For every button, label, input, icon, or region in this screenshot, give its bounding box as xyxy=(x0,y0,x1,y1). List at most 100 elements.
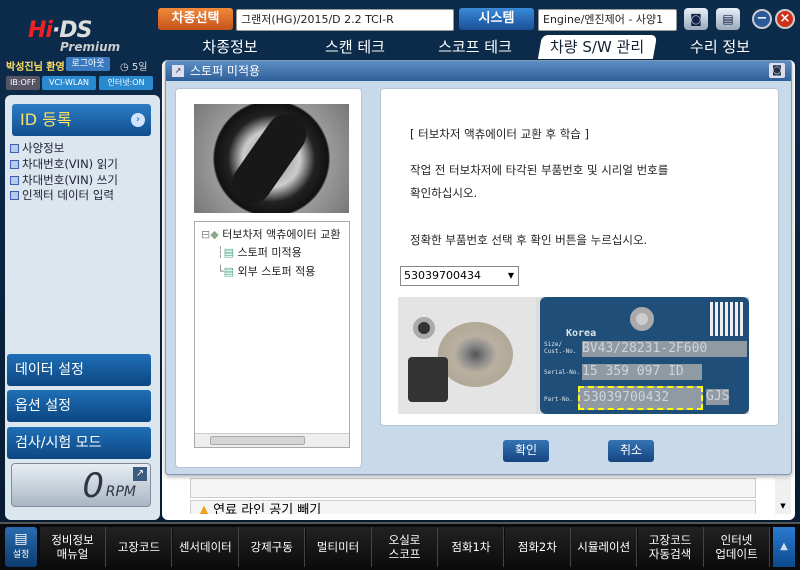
tree-item-label: 외부 스토퍼 적용 xyxy=(237,265,316,278)
item-label: 차대번호(VIN) 읽기 xyxy=(22,157,118,171)
turbo-photo xyxy=(398,297,536,414)
vci-status: VCI-WLAN xyxy=(42,76,96,90)
toolbar-button[interactable]: 오실로 스코프 xyxy=(372,527,438,567)
logout-button[interactable]: 로그아웃 xyxy=(66,57,110,71)
plate-label: Serial-No. xyxy=(544,369,581,376)
rpm-display: 0 RPM ↗ xyxy=(11,463,151,507)
plate-part-number: 53039700432 xyxy=(578,386,703,410)
instruction-line: 정확한 부품번호 선택 후 확인 버튼을 누르십시오. xyxy=(410,233,648,247)
part-number-select[interactable]: 53039700434 ▼ xyxy=(400,266,519,286)
toolbar-button[interactable]: 고장코드 자동검색 xyxy=(637,527,704,567)
option-settings-button[interactable]: 옵션 설정 xyxy=(7,390,151,422)
system-field[interactable]: Engine/엔진제어 - 사양1 xyxy=(538,9,677,31)
turbocharger-image: Korea Size/ Cust.-No. BV43/28231-2F600 S… xyxy=(398,297,749,414)
settings-button[interactable]: ▤ 설정 xyxy=(5,527,37,567)
toolbar-button[interactable]: 점화2차 xyxy=(504,527,571,567)
procedure-tree: ⊟◆ 터보차저 액츄에이터 교환 ┆▤ 스토퍼 미적용 └▤ 외부 스토퍼 적용 xyxy=(194,221,350,448)
tree-root[interactable]: ⊟◆ 터보차저 액츄에이터 교환 xyxy=(201,226,341,242)
minimize-icon[interactable]: − xyxy=(752,9,772,29)
tab-repair-info[interactable]: 수리 정보 xyxy=(675,35,765,59)
plate-suffix: GJS xyxy=(706,389,730,405)
toolbar-button[interactable]: 점화1차 xyxy=(438,527,505,567)
rpm-value: 0 xyxy=(82,466,104,506)
scroll-up-button[interactable]: ▲ xyxy=(773,527,795,567)
dialog-titlebar: ↗ 스토퍼 미적용 ◙ xyxy=(166,61,791,81)
toolbar-button[interactable]: 시뮬레이션 xyxy=(571,527,638,567)
plate-label: Size/ Cust.-No. xyxy=(544,341,577,355)
tab-vehicle-info[interactable]: 차종정보 xyxy=(190,35,270,59)
close-icon[interactable]: × xyxy=(775,9,795,29)
sidebar-item-vin-read[interactable]: 차대번호(VIN) 읽기 xyxy=(10,157,118,172)
instruction-line: 작업 전 터보차저에 타각된 부품번호 및 시리얼 번호를 xyxy=(410,163,669,177)
toolbar-button-label: 인터넷 업데이트 xyxy=(715,533,758,561)
expand-icon[interactable]: ↗ xyxy=(133,467,147,481)
collapse-icon[interactable]: ⊟ xyxy=(201,228,210,241)
settings-icon: ▤ xyxy=(14,531,28,547)
tab-vehicle-sw[interactable]: 차량 S/W 관리 xyxy=(537,35,658,59)
doc-icon xyxy=(10,191,19,200)
doc-icon xyxy=(10,160,19,169)
item-label: 사양정보 xyxy=(22,141,65,155)
tree-root-label: 터보차저 액츄에이터 교환 xyxy=(222,228,341,241)
list-item[interactable] xyxy=(190,478,756,498)
left-panel: ⊟◆ 터보차저 액츄에이터 교환 ┆▤ 스토퍼 미적용 └▤ 외부 스토퍼 적용 xyxy=(175,88,362,468)
ok-button[interactable]: 확인 xyxy=(503,440,549,462)
dialog-title: 스토퍼 미적용 xyxy=(190,64,261,78)
vehicle-field[interactable]: 그랜저(HG)/2015/D 2.2 TCI-R xyxy=(236,9,454,31)
plate-brand: Korea xyxy=(566,328,597,339)
book-icon: ◆ xyxy=(210,228,219,241)
toolbar-button-label: 멀티미터 xyxy=(316,540,360,554)
toolbar-button-label: 시뮬레이션 xyxy=(577,540,631,554)
toolbar-button[interactable]: 센서데이터 xyxy=(172,527,239,567)
key-shape xyxy=(223,106,315,212)
vehicle-select-button[interactable]: 차종선택 xyxy=(158,8,233,30)
selected-part: 53039700434 xyxy=(404,269,481,282)
toolbar-button[interactable]: 정비정보 매뉴얼 xyxy=(40,527,106,567)
tab-scan-tech[interactable]: 스캔 테크 xyxy=(310,35,400,59)
system-button[interactable]: 시스템 xyxy=(459,8,534,30)
camera-icon[interactable]: ◙ xyxy=(769,63,785,78)
ib-status: IB:OFF xyxy=(6,76,40,90)
window-icon: ↗ xyxy=(172,65,184,77)
toolbar-button-label: 고장코드 xyxy=(117,540,161,554)
days-text: 5일 xyxy=(131,62,148,73)
plate-size: BV43/28231-2F600 xyxy=(582,341,747,357)
plate-label: Part-No. xyxy=(544,396,573,403)
test-mode-button[interactable]: 검사/시험 모드 xyxy=(7,427,151,459)
toolbar-button[interactable]: 고장코드 xyxy=(106,527,173,567)
tab-label: 차량 S/W 관리 xyxy=(550,38,645,56)
id-registration-header[interactable]: ID 등록 › xyxy=(12,104,151,136)
ignition-key-image xyxy=(194,104,349,213)
toolbar-button-label: 정비정보 매뉴얼 xyxy=(51,533,94,561)
toolbar-button-label: 센서데이터 xyxy=(178,540,232,554)
toolbar-button[interactable]: 인터넷 업데이트 xyxy=(704,527,770,567)
cancel-button[interactable]: 취소 xyxy=(608,440,654,462)
nameplate: Korea Size/ Cust.-No. BV43/28231-2F600 S… xyxy=(540,297,749,414)
user-greeting: 박성진님 환영 xyxy=(6,62,65,73)
tab-scope-tech[interactable]: 스코프 테크 xyxy=(425,35,525,59)
toolbar-button-label: 강제구동 xyxy=(250,540,293,554)
sidebar-item-injector[interactable]: 인젝터 데이터 입력 xyxy=(10,188,114,203)
tree-item-label: 스토퍼 미적용 xyxy=(237,246,302,259)
toolbar-button[interactable]: 강제구동 xyxy=(239,527,306,567)
doc-icon xyxy=(10,176,19,185)
settings-label: 설정 xyxy=(12,550,30,560)
instruction-line: 확인하십시오. xyxy=(410,186,478,200)
doc-icon xyxy=(10,144,19,153)
bolt xyxy=(630,307,654,331)
stopper-dialog: ↗ 스토퍼 미적용 ◙ ⊟◆ 터보차저 액츄에이터 교환 ┆▤ 스토퍼 미적용 └▤… xyxy=(165,60,792,475)
layout-icon[interactable]: ▤ xyxy=(716,8,740,30)
horizontal-scrollbar[interactable] xyxy=(195,433,349,447)
tree-item-external-stopper[interactable]: └▤ 외부 스토퍼 적용 xyxy=(217,263,315,279)
sidebar-item-vin-write[interactable]: 차대번호(VIN) 쓰기 xyxy=(10,173,118,188)
tree-item-no-stopper[interactable]: ┆▤ 스토퍼 미적용 xyxy=(217,244,302,260)
toolbar-button[interactable]: 멀티미터 xyxy=(305,527,372,567)
camera-icon[interactable]: ◙ xyxy=(684,8,708,30)
item-label: 인젝터 데이터 입력 xyxy=(22,188,114,202)
scrollbar[interactable]: ▼ xyxy=(775,478,791,514)
data-settings-button[interactable]: 데이터 설정 xyxy=(7,354,151,386)
scroll-thumb[interactable] xyxy=(210,436,305,445)
rpm-unit: RPM xyxy=(105,484,136,500)
sidebar-item-spec[interactable]: 사양정보 xyxy=(10,141,64,156)
list-item[interactable]: ▲ 연료 라인 공기 빼기 xyxy=(190,500,756,514)
